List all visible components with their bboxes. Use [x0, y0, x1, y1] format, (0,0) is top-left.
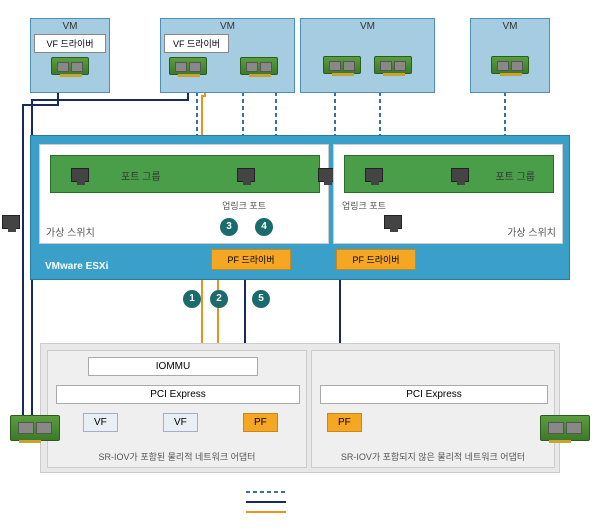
step-circle-4: 4 [255, 218, 273, 236]
vm-box-4: VM [470, 18, 550, 93]
phys-sriov-label: SR-IOV가 포함된 물리적 네트워크 어댑터 [48, 448, 306, 465]
port-group-2: 포트 그룹 [344, 155, 554, 193]
nic-big-right [540, 415, 590, 444]
uplink-port-label: 업링크 포트 [222, 199, 266, 212]
uplink-port-label: 업링크 포트 [342, 199, 386, 212]
pf-driver-box-2: PF 드라이버 [336, 249, 416, 270]
uplink-rj45-icon [384, 215, 402, 229]
vm-label: VM [31, 19, 109, 34]
step-circle-3: 3 [220, 218, 238, 236]
rj45-port-icon [71, 168, 89, 182]
vf-driver-box: VF 드라이버 [164, 34, 229, 53]
pcie-box: PCI Express [320, 385, 548, 404]
rj45-port-icon [451, 168, 469, 182]
port-group-1: 포트 그룹 [50, 155, 320, 193]
step-circle-1: 1 [183, 290, 201, 308]
pcie-box: PCI Express [56, 385, 300, 404]
nic-big-left [10, 415, 60, 444]
rj45-port-icon [237, 168, 255, 182]
rj45-port-icon [365, 168, 383, 182]
pf-box-1: PF [243, 413, 278, 432]
nic-icon [323, 56, 361, 74]
vswitch-label: 가상 스위치 [507, 224, 556, 239]
virtual-switch-2: 포트 그룹 업링크 포트 가상 스위치 [333, 144, 563, 244]
phys-nosriov-label: SR-IOV가 포함되지 않은 물리적 네트워크 어댑터 [312, 448, 554, 465]
vf-driver-box: VF 드라이버 [34, 34, 106, 53]
vm-box-2: VM VF 드라이버 [160, 18, 295, 93]
nic-icon [491, 56, 529, 74]
pf-box-2: PF [327, 413, 362, 432]
iommu-box: IOMMU [88, 357, 258, 376]
step-circle-2: 2 [210, 290, 228, 308]
nic-icon [51, 57, 89, 75]
vm-box-3: VM [300, 18, 435, 93]
physical-adapter-nosriov: PCI Express PF SR-IOV가 포함되지 않은 물리적 네트워크 … [311, 350, 555, 468]
vf-box-1: VF [83, 413, 118, 432]
vm-box-1: VM VF 드라이버 [30, 18, 110, 93]
esxi-label: VMware ESXi [37, 258, 116, 275]
vf-box-2: VF [163, 413, 198, 432]
physical-layer: IOMMU PCI Express VF VF PF SR-IOV가 포함된 물… [40, 343, 560, 473]
port-group-label: 포트 그룹 [495, 168, 535, 183]
vm-label: VM [301, 19, 434, 34]
nic-icon [240, 57, 278, 75]
virtual-switch-1: 포트 그룹 업링크 포트 가상 스위치 [39, 144, 329, 244]
port-group-label: 포트 그룹 [121, 168, 161, 183]
step-circle-5: 5 [252, 290, 270, 308]
nic-icon [169, 57, 207, 75]
diagram-canvas: VM VF 드라이버 VM VF 드라이버 VM VM VMware ESXi … [0, 0, 601, 528]
vm-label: VM [161, 19, 294, 34]
nic-icon [374, 56, 412, 74]
vswitch-label: 가상 스위치 [46, 224, 95, 239]
uplink-rj45-icon [2, 215, 20, 229]
vm-label: VM [471, 19, 549, 34]
pf-driver-box-1: PF 드라이버 [211, 249, 291, 270]
esxi-host: VMware ESXi 포트 그룹 업링크 포트 가상 스위치 포트 그룹 업링… [30, 135, 570, 280]
legend [246, 488, 286, 521]
physical-adapter-sriov: IOMMU PCI Express VF VF PF SR-IOV가 포함된 물… [47, 350, 307, 468]
